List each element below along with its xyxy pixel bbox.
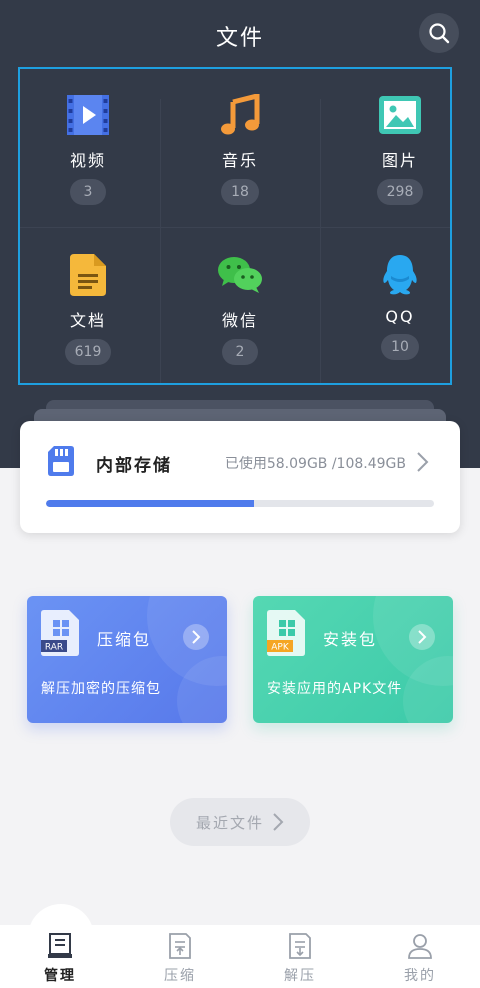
- category-count: 298: [376, 179, 424, 205]
- category-pictures[interactable]: 图片 298: [328, 69, 472, 227]
- document-icon: [70, 254, 106, 296]
- grid-divider: [320, 99, 321, 383]
- tab-profile[interactable]: 我的: [360, 925, 480, 988]
- rar-card-description: 解压加密的压缩包: [41, 681, 161, 697]
- chevron-right-icon: [417, 452, 429, 472]
- category-documents[interactable]: 文档 619: [16, 229, 160, 387]
- category-label: 视频: [69, 151, 106, 170]
- qq-icon: [383, 255, 417, 295]
- profile-icon: [408, 934, 432, 959]
- tab-label: 解压: [284, 968, 316, 984]
- apk-card-description: 安装应用的APK文件: [267, 681, 403, 697]
- category-label: QQ: [385, 307, 415, 326]
- category-label: 微信: [221, 311, 258, 330]
- category-count: 3: [70, 179, 106, 205]
- tab-label: 管理: [44, 968, 76, 984]
- manage-icon: [48, 933, 72, 958]
- sd-card-icon: [48, 446, 74, 476]
- category-count: 2: [222, 339, 258, 365]
- chevron-right-icon: [273, 813, 284, 831]
- grid-divider: [160, 99, 161, 383]
- page-title: 文件: [215, 26, 264, 51]
- storage-title: 内部存储: [96, 456, 172, 476]
- tab-label: 压缩: [164, 968, 196, 984]
- rar-archive-card[interactable]: RAR 压缩包 解压加密的压缩包: [27, 596, 227, 723]
- picture-icon: [379, 96, 421, 134]
- category-music[interactable]: 音乐 18: [168, 69, 312, 227]
- internal-storage-card[interactable]: 内部存储 已使用58.09GB /108.49GB: [20, 421, 460, 533]
- category-count: 619: [64, 339, 112, 365]
- tab-compress[interactable]: 压缩: [120, 925, 240, 988]
- storage-usage: 已使用58.09GB /108.49GB: [224, 456, 406, 472]
- apk-package-card[interactable]: APK 安装包 安装应用的APK文件: [253, 596, 453, 723]
- rar-card-title: 压缩包: [97, 630, 152, 649]
- compress-icon: [169, 933, 191, 959]
- category-count: 10: [381, 334, 419, 360]
- tab-label: 我的: [404, 968, 436, 984]
- recent-files-button[interactable]: 最近文件: [170, 798, 310, 846]
- extract-icon: [289, 933, 311, 959]
- category-video[interactable]: 视频 3: [16, 69, 160, 227]
- apk-file-icon: APK: [267, 610, 305, 656]
- category-count: 18: [221, 179, 259, 205]
- video-icon: [67, 95, 109, 135]
- search-button[interactable]: [419, 13, 459, 53]
- rar-file-icon: RAR: [41, 610, 79, 656]
- wechat-icon: [218, 257, 262, 293]
- category-label: 文档: [69, 311, 106, 330]
- apk-badge: APK: [271, 643, 290, 653]
- rar-card-arrow-button[interactable]: [183, 624, 209, 650]
- rar-badge: RAR: [45, 643, 63, 653]
- recent-files-label: 最近文件: [195, 813, 264, 832]
- category-wechat[interactable]: 微信 2: [168, 229, 312, 387]
- grid-divider: [20, 227, 450, 228]
- tab-manage[interactable]: 管理: [0, 925, 120, 988]
- category-qq[interactable]: QQ 10: [328, 229, 472, 387]
- chevron-right-icon: [418, 630, 427, 644]
- chevron-right-icon: [192, 630, 201, 644]
- storage-progress-fill: [46, 500, 254, 507]
- category-grid: 视频 3 音乐 18 图片 298 文档 619 微信 2 QQ 10: [18, 67, 452, 385]
- category-label: 音乐: [221, 151, 258, 170]
- tab-extract[interactable]: 解压: [240, 925, 360, 988]
- apk-card-title: 安装包: [323, 630, 378, 649]
- music-icon: [221, 94, 260, 135]
- bottom-tab-bar: 管理 压缩 解压 我的: [0, 925, 480, 988]
- apk-card-arrow-button[interactable]: [409, 624, 435, 650]
- storage-progress-bar: [46, 500, 434, 507]
- search-icon: [429, 23, 450, 44]
- category-label: 图片: [381, 151, 418, 170]
